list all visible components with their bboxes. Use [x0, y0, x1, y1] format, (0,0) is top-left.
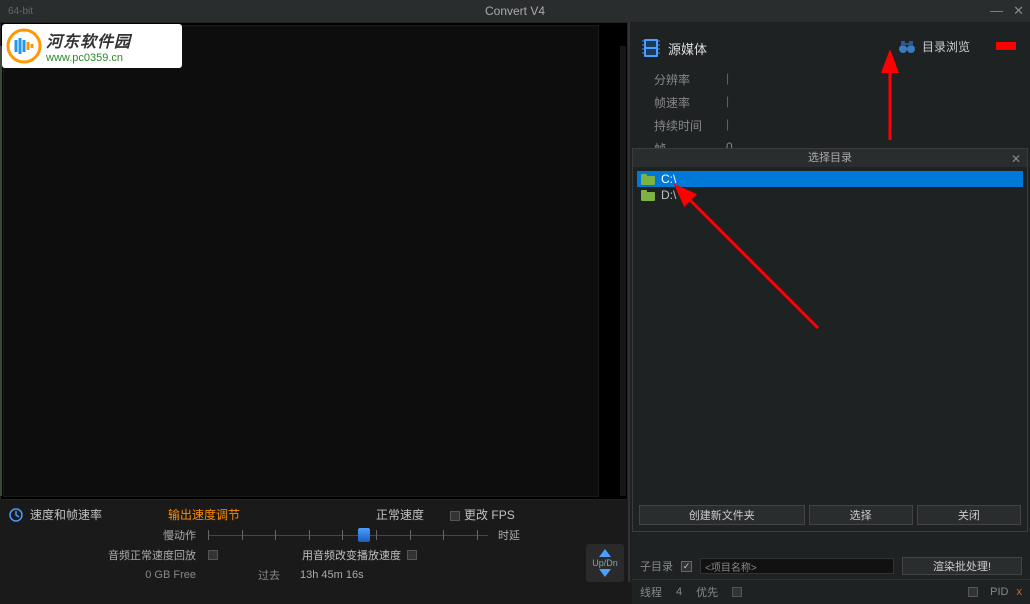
subdir-checkbox[interactable]: ✓ — [681, 561, 692, 572]
drive-item[interactable]: D:\ — [637, 187, 1023, 203]
elapsed-label: 过去 — [258, 567, 280, 583]
folder-icon — [641, 174, 655, 185]
threads-label: 线程 — [640, 584, 662, 600]
threads-value: 4 — [676, 586, 682, 598]
film-icon — [642, 38, 660, 58]
pid-label: PID — [990, 586, 1008, 598]
render-button[interactable]: 渲染批处理! — [902, 557, 1022, 575]
pid-x[interactable]: x — [1017, 586, 1023, 598]
speed-slider[interactable] — [208, 528, 488, 542]
select-directory-dialog: 选择目录 ✕ C:\ D:\ 创建新文件夹 选择 关闭 — [632, 148, 1028, 532]
folder-icon — [641, 190, 655, 201]
status-checkbox[interactable] — [968, 587, 978, 597]
arrow-up-icon — [599, 549, 611, 557]
subdir-label: 子目录 — [640, 558, 673, 574]
slow-motion-label: 慢动作 — [8, 527, 208, 543]
close-button[interactable]: 关闭 — [917, 505, 1021, 525]
browse-label: 目录浏览 — [922, 38, 970, 55]
clock-icon — [8, 507, 24, 523]
output-speed-label: 输出速度调节 — [168, 506, 240, 523]
free-space-label: 0 GB Free — [8, 569, 208, 581]
binoculars-icon — [898, 40, 916, 54]
select-button[interactable]: 选择 — [809, 505, 913, 525]
video-preview[interactable] — [0, 22, 628, 500]
priority-checkbox[interactable] — [732, 587, 742, 597]
framerate-label: 帧速率 — [654, 94, 726, 111]
watermark-url: www.pc0359.cn — [46, 52, 131, 64]
speed-section: 速度和帧速率 输出速度调节 正常速度 更改 FPS 慢动作 — [0, 500, 628, 589]
project-name-input[interactable] — [700, 558, 894, 574]
normal-speed-label: 正常速度 — [376, 506, 424, 523]
minimize-icon[interactable]: — — [990, 3, 1003, 19]
browse-button[interactable]: 目录浏览 — [898, 38, 970, 55]
change-fps-checkbox[interactable] — [450, 511, 460, 521]
arch-label: 64-bit — [8, 6, 33, 17]
drive-item[interactable]: C:\ — [637, 171, 1023, 187]
audio-change-label: 用音频改变播放速度 — [302, 547, 401, 563]
new-folder-button[interactable]: 创建新文件夹 — [639, 505, 805, 525]
record-indicator-icon — [996, 42, 1016, 50]
audio-normal-checkbox[interactable] — [208, 550, 218, 560]
slider-thumb[interactable] — [358, 528, 370, 542]
window-controls: — ✕ — [990, 3, 1024, 19]
watermark-name: 河东软件园 — [46, 28, 131, 52]
directory-list: C:\ D:\ — [633, 167, 1027, 207]
arrow-down-icon — [599, 569, 611, 577]
site-logo-icon — [6, 28, 42, 64]
elapsed-value: 13h 45m 16s — [300, 569, 364, 581]
audio-change-checkbox[interactable] — [407, 550, 417, 560]
dialog-title: 选择目录 ✕ — [633, 149, 1027, 167]
close-icon[interactable]: ✕ — [1013, 3, 1024, 19]
duration-label: 持续时间 — [654, 117, 726, 134]
window-title: Convert V4 — [485, 4, 545, 18]
titlebar: 64-bit Convert V4 — ✕ — [0, 0, 1030, 22]
watermark: 河东软件园 www.pc0359.cn — [2, 24, 182, 68]
dialog-close-icon[interactable]: ✕ — [1011, 150, 1021, 168]
updn-button[interactable]: Up/Dn — [586, 544, 624, 582]
delay-label: 时延 — [498, 527, 520, 543]
source-header-label: 源媒体 — [668, 39, 707, 58]
resolution-label: 分辨率 — [654, 71, 726, 88]
preview-panel: 河东软件园 www.pc0359.cn 速度和帧速率 输出速度调节 正常速度 更… — [0, 22, 630, 582]
speed-title: 速度和帧速率 — [30, 506, 102, 523]
priority-label: 优先 — [696, 584, 718, 600]
change-fps-label: 更改 FPS — [464, 508, 515, 522]
audio-normal-label: 音频正常速度回放 — [8, 547, 208, 563]
